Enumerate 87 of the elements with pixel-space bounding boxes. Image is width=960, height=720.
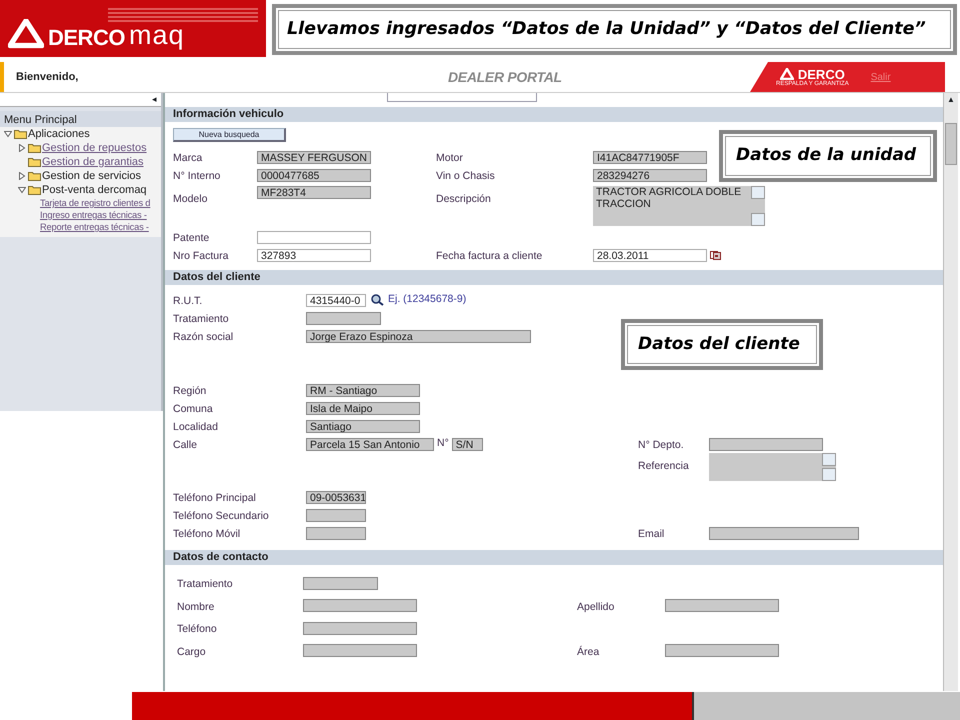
- field-label: Fecha factura a cliente: [436, 250, 542, 262]
- input-field: MASSEY FERGUSON: [257, 150, 371, 164]
- calendar-icon[interactable]: [710, 250, 721, 260]
- collapsed-triangle-icon[interactable]: [18, 172, 26, 180]
- logo-icon: [8, 19, 44, 49]
- field-label: Calle: [173, 439, 197, 451]
- folder-icon: [28, 171, 41, 181]
- menu-item[interactable]: Gestion de servicios: [42, 169, 142, 183]
- input-field: [306, 526, 366, 540]
- welcome-text: Bienvenido,: [16, 70, 78, 85]
- field-label: Comuna: [173, 403, 213, 415]
- collapse-button[interactable]: ◂: [152, 92, 157, 106]
- callout-text: Datos del cliente: [627, 325, 817, 364]
- input-field: Santiago: [306, 420, 420, 432]
- field-label: Área: [577, 646, 600, 658]
- field-label: Tratamiento: [177, 578, 233, 590]
- field-label: Teléfono Principal: [173, 492, 256, 504]
- field-label: R.U.T.: [173, 295, 202, 307]
- search-button[interactable]: Nueva busqueda: [173, 128, 286, 142]
- menu-title: Menu Principal: [0, 111, 161, 127]
- field-label: Teléfono: [177, 623, 217, 636]
- field-label: Apellido: [577, 600, 614, 613]
- hint-text: Ej. (12345678-9): [388, 292, 466, 308]
- folder-icon: [28, 157, 41, 167]
- scrollbar[interactable]: ▲: [943, 93, 958, 691]
- field-label: Cargo: [177, 646, 206, 658]
- scroll-thumb[interactable]: [945, 123, 957, 165]
- field-label: N°: [437, 436, 449, 452]
- field-label: Nombre: [177, 600, 214, 613]
- dropdown-field[interactable]: [387, 93, 537, 102]
- field-label: Teléfono Móvil: [173, 528, 240, 540]
- input-field: 283294276: [593, 168, 707, 182]
- field-label: Nro Factura: [173, 250, 228, 262]
- input-field: Jorge Erazo Espinoza: [306, 330, 531, 342]
- input-field[interactable]: [257, 230, 371, 244]
- field-label: Referencia: [638, 460, 689, 472]
- menu-item[interactable]: Aplicaciones: [28, 127, 90, 141]
- input-field: RM - Santiago: [306, 384, 420, 396]
- input-field: I41AC84771905F: [593, 150, 707, 164]
- input-field: Parcela 15 San Antonio: [306, 438, 434, 450]
- field-label: Descripción: [436, 193, 491, 205]
- input-field: MF283T4: [257, 186, 371, 199]
- field-label: Motor: [436, 152, 463, 164]
- menu-item[interactable]: Gestion de garantias: [42, 155, 144, 169]
- folder-icon: [28, 143, 41, 153]
- input-field[interactable]: 28.03.2011: [593, 248, 707, 262]
- field-label: N° Interno: [173, 170, 220, 182]
- menu-link[interactable]: Reporte entregas técnicas -: [40, 221, 149, 233]
- field-label: Localidad: [173, 421, 218, 433]
- input-field: [306, 508, 366, 522]
- field-label: Patente: [173, 232, 210, 244]
- logo-text: maq: [128, 22, 184, 49]
- field-label: Razón social: [173, 331, 234, 343]
- brand-name: DERCO: [798, 68, 845, 80]
- field-label: Modelo: [173, 193, 208, 205]
- collapsed-triangle-icon[interactable]: [18, 144, 26, 152]
- section-header: Información vehiculo: [165, 107, 943, 122]
- search-icon[interactable]: [371, 294, 384, 306]
- input-field: S/N: [452, 438, 483, 450]
- slide-title: Llevamos ingresados “Datos de la Unidad” y “Datos del Cliente”: [287, 18, 926, 42]
- menu-link[interactable]: Tarjeta de registro clientes d: [40, 197, 150, 209]
- input-field: Isla de Maipo: [306, 402, 420, 414]
- section-header: Datos del cliente: [165, 270, 943, 285]
- portal-title: DEALER PORTAL: [448, 68, 562, 86]
- scroll-up-button[interactable]: ▲: [944, 93, 958, 107]
- field-label: Tratamiento: [173, 313, 229, 325]
- input-field: 0000477685: [257, 168, 371, 182]
- folder-icon: [14, 129, 27, 139]
- section-header: Datos de contacto: [165, 550, 943, 565]
- menu-link[interactable]: Ingreso entregas técnicas -: [40, 209, 147, 221]
- menu-item[interactable]: Gestion de repuestos: [42, 141, 147, 155]
- expanded-triangle-icon[interactable]: [18, 186, 26, 194]
- logo-text: DERCO: [48, 27, 125, 49]
- field-label: Vin o Chasis: [436, 170, 495, 182]
- field-label: Email: [638, 528, 664, 540]
- folder-icon: [28, 185, 41, 195]
- input-field[interactable]: 327893: [257, 248, 371, 262]
- field-label: Teléfono Secundario: [173, 510, 269, 522]
- logo-icon: [780, 68, 794, 80]
- expanded-triangle-icon[interactable]: [4, 130, 12, 138]
- menu-item[interactable]: Post-venta dercomaq: [42, 183, 147, 197]
- text-area: TRACTOR AGRICOLA DOBLE TRACCION: [593, 186, 765, 226]
- callout-text: Datos de la unidad: [725, 136, 931, 176]
- field-label: Marca: [173, 152, 202, 164]
- field-label: N° Depto.: [638, 439, 684, 451]
- input-field[interactable]: 4315440-0: [306, 294, 366, 306]
- field-label: Región: [173, 385, 206, 397]
